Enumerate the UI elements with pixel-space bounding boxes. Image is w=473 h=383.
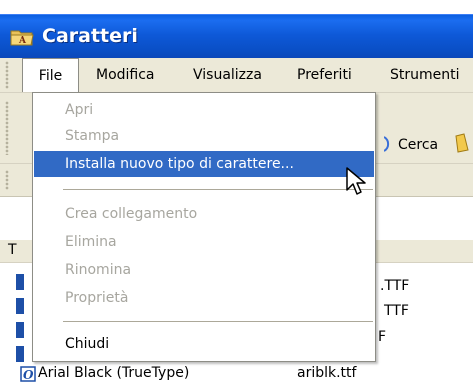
column-header-name[interactable]: T <box>8 242 17 258</box>
menu-visualizza[interactable]: Visualizza <box>193 58 262 92</box>
font-file-icon <box>16 298 24 314</box>
font-file-icon <box>16 322 24 338</box>
file-menu-dropdown: Apri Stampa Installa nuovo tipo di carat… <box>32 92 376 362</box>
mouse-pointer-icon <box>346 167 366 195</box>
file-row-partial[interactable]: TTF <box>384 303 409 319</box>
menu-modifica[interactable]: Modifica <box>96 58 155 92</box>
menu-strumenti[interactable]: Strumenti <box>390 58 460 92</box>
addressbar-grip[interactable] <box>5 170 9 190</box>
menu-item-proprieta[interactable]: Proprietà <box>34 285 374 311</box>
window-title: Caratteri <box>42 25 138 47</box>
toolbar-grip[interactable] <box>5 101 9 155</box>
menubar-grip[interactable] <box>5 61 9 89</box>
menu-separator <box>63 321 373 322</box>
file-name: Arial Black (TrueType) <box>38 365 190 381</box>
svg-text:O: O <box>23 368 34 382</box>
menu-item-rinomina[interactable]: Rinomina <box>34 257 374 283</box>
svg-text:A: A <box>18 36 27 46</box>
file-row-partial[interactable]: F <box>378 329 386 345</box>
folders-icon[interactable] <box>454 132 473 154</box>
file-row-partial[interactable]: .TTF <box>380 278 409 294</box>
search-icon[interactable] <box>384 135 396 153</box>
file-row[interactable]: O Arial Black (TrueType) ariblk.ttf <box>0 364 473 383</box>
menu-item-installa-nuovo-carattere[interactable]: Installa nuovo tipo di carattere... <box>34 151 374 177</box>
menu-item-elimina[interactable]: Elimina <box>34 229 374 255</box>
font-file-icon <box>16 346 24 362</box>
fonts-folder-icon: A <box>10 30 34 46</box>
search-button-label[interactable]: Cerca <box>398 137 438 153</box>
menu-item-chiudi[interactable]: Chiudi <box>34 331 374 357</box>
menu-separator <box>63 189 373 190</box>
truetype-font-icon: O <box>20 366 36 382</box>
title-bar[interactable]: A Caratteri <box>0 14 473 59</box>
menu-bar: File Modifica Visualizza Preferiti Strum… <box>0 58 473 93</box>
menu-file[interactable]: File <box>22 58 79 92</box>
menu-item-crea-collegamento[interactable]: Crea collegamento <box>34 201 374 227</box>
font-file-icon <box>16 274 24 290</box>
menu-preferiti[interactable]: Preferiti <box>297 58 352 92</box>
file-filename: ariblk.ttf <box>297 365 357 381</box>
menu-item-apri[interactable]: Apri <box>34 97 374 123</box>
menu-item-stampa[interactable]: Stampa <box>34 123 374 149</box>
